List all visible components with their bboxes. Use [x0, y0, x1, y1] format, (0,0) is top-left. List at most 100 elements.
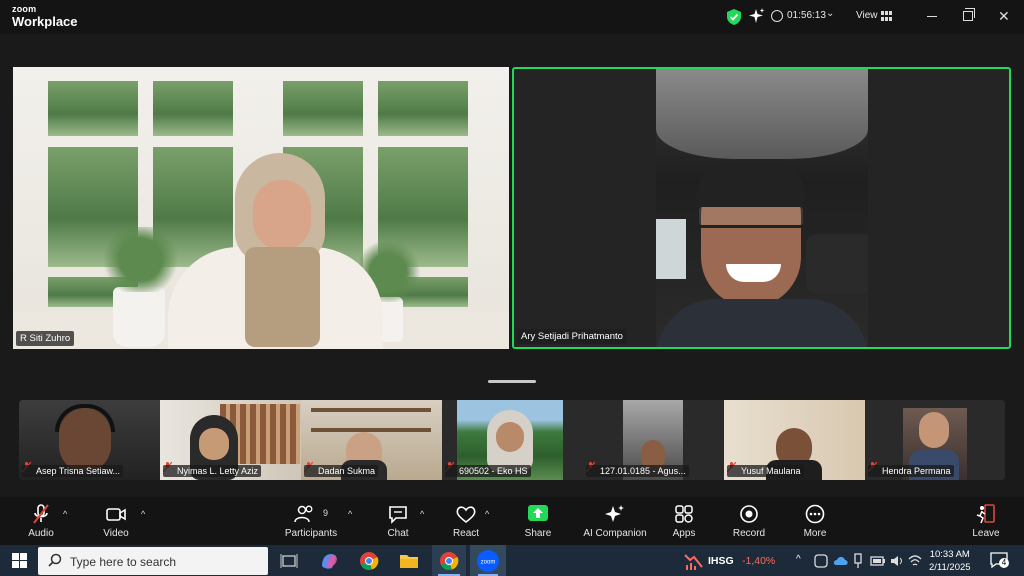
gallery-tile[interactable]: 690502 - Eko HS: [442, 400, 583, 480]
video-options-caret[interactable]: ^: [141, 509, 145, 519]
gallery-strip: Asep Trisna Setiaw... Nyimas L. Letty Az…: [19, 400, 1005, 480]
share-button[interactable]: Share: [520, 497, 556, 545]
ai-companion-button[interactable]: AI Companion: [580, 497, 650, 545]
audio-button[interactable]: Audio: [20, 497, 62, 545]
chrome-icon[interactable]: [358, 550, 380, 572]
wifi-icon[interactable]: [908, 554, 922, 568]
muted-mic-icon: [33, 504, 49, 524]
video-tile-siti-zuhro[interactable]: R Siti Zuhro: [13, 67, 509, 349]
leave-button[interactable]: Leave: [968, 497, 1004, 545]
view-button[interactable]: View: [856, 10, 878, 21]
search-placeholder: Type here to search: [70, 555, 177, 569]
close-button[interactable]: ✕: [998, 9, 1010, 23]
grid-icon[interactable]: [881, 11, 892, 21]
taskbar-clock[interactable]: 10:33 AM 2/11/2025: [929, 548, 971, 574]
react-button[interactable]: React: [450, 497, 482, 545]
gallery-tile[interactable]: Yusuf Maulana: [724, 400, 865, 480]
chat-options-caret[interactable]: ^: [420, 509, 424, 519]
video-camera-icon: [106, 508, 126, 521]
audio-label: Audio: [28, 528, 54, 539]
record-label: Record: [732, 528, 766, 539]
participant-name: Asep Trisna Setiaw...: [22, 465, 124, 477]
chevron-down-icon[interactable]: ⌄: [826, 8, 834, 19]
gallery-tile[interactable]: Hendra Permana: [865, 400, 1005, 480]
volume-icon[interactable]: [890, 554, 904, 568]
title-bar: zoom Workplace 01:56:13 ⌄ View ✕: [0, 0, 1024, 34]
share-screen-icon: [528, 505, 548, 521]
participants-count: 9: [323, 508, 329, 518]
participant-name: Hendra Permana: [868, 465, 954, 477]
ihsg-label[interactable]: IHSG: [708, 555, 734, 567]
chat-icon: [389, 506, 407, 524]
shield-icon[interactable]: [727, 9, 741, 25]
clock-time: 10:33 AM: [929, 549, 970, 560]
battery-icon[interactable]: [870, 554, 886, 568]
apps-button[interactable]: Apps: [668, 497, 700, 545]
task-view-icon[interactable]: [278, 550, 300, 572]
ai-sparkle-icon[interactable]: [749, 8, 765, 24]
svg-text:zoom: zoom: [481, 560, 496, 566]
chrome-icon: [440, 552, 459, 570]
meeting-toolbar: Audio ^ Video ^ 9 Participants ^ Chat ^ …: [0, 497, 1024, 545]
timer-icon: [771, 10, 783, 22]
participant-name: Yusuf Maulana: [727, 465, 804, 477]
leave-icon: [976, 504, 995, 524]
participant-name: 690502 - Eko HS: [445, 465, 531, 477]
record-button[interactable]: Record: [730, 497, 768, 545]
tray-expand-icon[interactable]: ^: [796, 554, 801, 565]
windows-taskbar: Type here to search zoom IHSG -1,40% ^ 1…: [0, 545, 1024, 576]
zoom-logo: zoom Workplace: [12, 4, 78, 29]
participant-name: 127.01.0185 - Agus...: [586, 465, 689, 477]
clock-date: 2/11/2025: [929, 562, 971, 573]
zoom-taskbar-button[interactable]: zoom: [470, 545, 506, 576]
logo-zoom-text: zoom: [12, 4, 37, 14]
notification-count: 4: [999, 558, 1009, 568]
restore-button[interactable]: [963, 8, 975, 21]
ihsg-value: -1,40%: [742, 555, 776, 567]
tray-app-icon[interactable]: [814, 554, 828, 568]
more-icon: [805, 504, 825, 524]
participant-name: Nyimas L. Letty Aziz: [163, 465, 262, 477]
logo-workplace-text: Workplace: [12, 14, 78, 29]
participants-options-caret[interactable]: ^: [348, 509, 352, 519]
ai-sparkle-icon: [605, 505, 624, 522]
participants-button[interactable]: 9 Participants: [281, 497, 341, 545]
heart-icon: [456, 506, 476, 524]
meeting-timer[interactable]: 01:56:13: [787, 10, 826, 21]
record-icon: [740, 505, 758, 523]
more-button[interactable]: More: [798, 497, 832, 545]
resize-handle[interactable]: [488, 380, 536, 383]
participants-label: Participants: [284, 528, 338, 539]
search-icon: [48, 553, 62, 567]
participant-name: Dadan Sukma: [304, 465, 379, 477]
chrome-active-tab[interactable]: [432, 545, 466, 576]
minimize-button[interactable]: [927, 16, 937, 17]
car-background: [656, 69, 868, 347]
taskbar-search-input[interactable]: Type here to search: [38, 547, 268, 575]
video-label: Video: [103, 528, 129, 539]
apps-label: Apps: [672, 528, 696, 539]
window-background: [13, 67, 509, 349]
video-button[interactable]: Video: [96, 497, 136, 545]
more-label: More: [803, 528, 827, 539]
gallery-tile[interactable]: Asep Trisna Setiaw...: [19, 400, 160, 480]
zoom-window: zoom Workplace 01:56:13 ⌄ View ✕ R Siti …: [0, 0, 1024, 576]
react-label: React: [452, 528, 480, 539]
onedrive-icon[interactable]: [833, 554, 849, 568]
gallery-tile[interactable]: 127.01.0185 - Agus...: [583, 400, 724, 480]
apps-icon: [675, 505, 693, 523]
copilot-icon[interactable]: [318, 550, 340, 572]
stock-chart-icon[interactable]: [684, 551, 704, 571]
file-explorer-icon[interactable]: [398, 550, 420, 572]
chat-button[interactable]: Chat: [382, 497, 414, 545]
audio-options-caret[interactable]: ^: [63, 509, 67, 519]
gallery-tile[interactable]: Nyimas L. Letty Aziz: [160, 400, 301, 480]
video-tile-ary-setijadi[interactable]: Ary Setijadi Prihatmanto: [512, 67, 1011, 349]
participant-name: Ary Setijadi Prihatmanto: [517, 329, 627, 344]
windows-start-icon[interactable]: [12, 553, 27, 568]
zoom-app-icon: zoom: [477, 550, 499, 572]
react-options-caret[interactable]: ^: [485, 509, 489, 519]
participant-name: R Siti Zuhro: [16, 331, 75, 346]
gallery-tile[interactable]: Dadan Sukma: [301, 400, 442, 480]
usb-icon[interactable]: [853, 553, 863, 569]
